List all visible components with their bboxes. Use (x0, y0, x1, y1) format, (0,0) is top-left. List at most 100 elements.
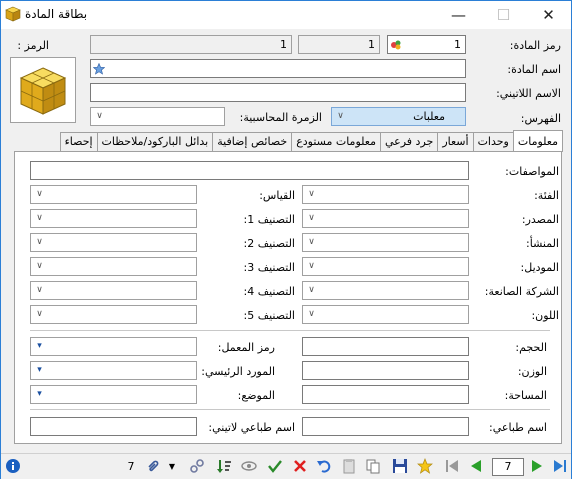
color-label: اللون: (531, 309, 559, 322)
prev-page-icon[interactable] (467, 458, 485, 476)
chevron-down-icon[interactable]: ▾ (31, 338, 48, 355)
item-card-window: بطاقة المادة — ☐ ✕ رمز المادة: 1 1 1 الر… (0, 0, 572, 479)
chevron-down-icon[interactable]: ∨ (332, 108, 349, 125)
chevron-down-icon[interactable]: ∨ (31, 258, 48, 275)
close-button[interactable]: ✕ (526, 1, 571, 29)
chevron-down-icon[interactable]: ∨ (31, 186, 48, 203)
specs-field[interactable] (30, 161, 469, 180)
item-name-field[interactable] (90, 59, 466, 78)
color-combo[interactable]: ∨ (302, 305, 469, 324)
area-field[interactable] (302, 385, 469, 404)
weight-label: الوزن: (517, 365, 547, 378)
tab-warehouse-info[interactable]: معلومات مستودع (291, 132, 381, 152)
separator (30, 330, 550, 331)
copy-icon[interactable] (364, 458, 382, 476)
size-combo[interactable]: ∨ (30, 185, 197, 204)
item-code-part3-field: 1 (90, 35, 292, 54)
page-number-input[interactable]: 7 (492, 458, 524, 476)
class5-label: التصنيف 5: (243, 309, 295, 322)
item-code-part2-field: 1 (298, 35, 380, 54)
specs-label: المواصفات: (505, 165, 559, 178)
tab-units[interactable]: وحدات (472, 132, 514, 152)
main-supplier-combo[interactable]: ▾ (30, 361, 197, 380)
chevron-down-icon[interactable]: ∨ (303, 282, 320, 299)
check-icon[interactable] (266, 458, 284, 476)
chevron-down-icon[interactable]: ▾ (31, 386, 48, 403)
tab-extra-props[interactable]: خصائص إضافية (212, 132, 293, 152)
source-combo[interactable]: ∨ (302, 209, 469, 228)
minimize-button[interactable]: — (436, 1, 481, 29)
tab-statistics[interactable]: إحصاء (59, 132, 98, 152)
item-image[interactable] (10, 57, 76, 123)
chevron-down-icon[interactable]: ▾ (31, 362, 48, 379)
symbol-label: الرمز : (17, 39, 49, 52)
print-name-field[interactable] (302, 417, 469, 436)
class1-label: التصنيف 1: (243, 213, 295, 226)
category-label: الفئة: (534, 189, 559, 202)
chevron-down-icon[interactable]: ∨ (303, 186, 320, 203)
star-icon[interactable] (93, 63, 105, 75)
position-combo[interactable]: ▾ (30, 385, 197, 404)
main-supplier-label: المورد الرئيسي: (201, 365, 275, 378)
view-icon[interactable] (240, 458, 258, 476)
item-code-part3-value: 1 (280, 38, 287, 51)
code-generator-icon[interactable] (390, 39, 402, 51)
save-icon[interactable] (391, 458, 409, 476)
origin-combo[interactable]: ∨ (302, 233, 469, 252)
separator (30, 409, 550, 410)
index-combo[interactable]: ∨ معلبات (331, 107, 466, 126)
acct-group-combo[interactable]: ∨ (90, 107, 225, 126)
chevron-down-icon[interactable]: ∨ (303, 210, 320, 227)
weight-field[interactable] (302, 361, 469, 380)
attachments-count: 7 (127, 460, 135, 473)
tab-sub-inventory[interactable]: جرد فرعي (379, 132, 439, 152)
latin-name-field[interactable] (90, 83, 466, 102)
next-page-icon[interactable] (528, 458, 546, 476)
class3-label: التصنيف 3: (243, 261, 295, 274)
first-page-icon[interactable] (443, 458, 461, 476)
chevron-down-icon[interactable]: ∨ (31, 210, 48, 227)
chevron-down-icon[interactable]: ∨ (91, 108, 108, 125)
delete-icon[interactable] (291, 458, 309, 476)
model-label: الموديل: (520, 261, 559, 274)
sort-icon[interactable] (215, 458, 233, 476)
lab-code-combo[interactable]: ▾ (30, 337, 197, 356)
chevron-down-icon[interactable]: ∨ (31, 282, 48, 299)
class1-combo[interactable]: ∨ (30, 209, 197, 228)
class3-combo[interactable]: ∨ (30, 257, 197, 276)
model-combo[interactable]: ∨ (302, 257, 469, 276)
title-bar: بطاقة المادة — ☐ ✕ (1, 1, 571, 29)
star-icon[interactable] (416, 458, 434, 476)
chevron-down-icon[interactable]: ∨ (303, 306, 320, 323)
volume-field[interactable] (302, 337, 469, 356)
class5-combo[interactable]: ∨ (30, 305, 197, 324)
chevron-down-icon[interactable]: ∨ (31, 306, 48, 323)
index-label: الفهرس: (520, 112, 561, 125)
tab-info[interactable]: معلومات (512, 130, 563, 152)
chevron-down-icon[interactable]: ∨ (303, 234, 320, 251)
class2-combo[interactable]: ∨ (30, 233, 197, 252)
class4-combo[interactable]: ∨ (30, 281, 197, 300)
latin-name-label: الاسم اللاتيني: (496, 87, 561, 100)
window-title: بطاقة المادة (25, 7, 88, 21)
class2-label: التصنيف 2: (243, 237, 295, 250)
print-latin-name-field[interactable] (30, 417, 197, 436)
chevron-down-icon[interactable]: ∨ (303, 258, 320, 275)
undo-icon[interactable] (315, 458, 333, 476)
chevron-down-icon[interactable]: ▼ (167, 458, 177, 476)
last-page-icon[interactable] (551, 458, 569, 476)
index-value: معلبات (413, 110, 445, 123)
category-combo[interactable]: ∨ (302, 185, 469, 204)
info-icon[interactable] (4, 458, 22, 476)
paste-icon[interactable] (340, 458, 358, 476)
chevron-down-icon[interactable]: ∨ (31, 234, 48, 251)
lab-code-label: رمز المعمل: (217, 341, 275, 354)
link-icon[interactable] (188, 458, 206, 476)
size-label: القياس: (259, 189, 295, 202)
tab-prices[interactable]: أسعار (437, 132, 474, 152)
manufacturer-combo[interactable]: ∨ (302, 281, 469, 300)
paperclip-icon[interactable] (144, 458, 162, 476)
maximize-button[interactable]: ☐ (481, 1, 526, 29)
item-code-field[interactable]: 1 (387, 35, 466, 54)
tab-barcode-notes[interactable]: بدائل الباركود/ملاحظات (96, 132, 214, 152)
